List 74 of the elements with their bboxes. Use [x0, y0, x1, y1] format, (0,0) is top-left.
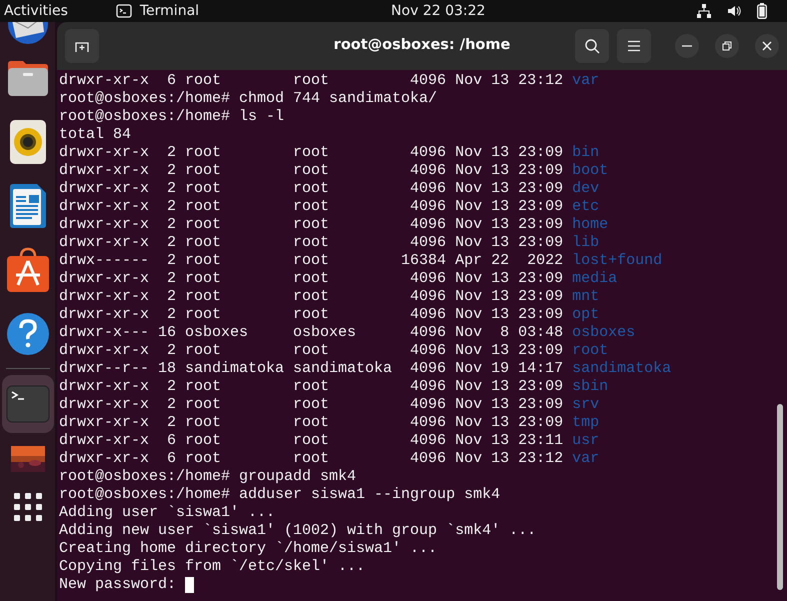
maximize-button[interactable] [715, 34, 739, 58]
terminal-icon [116, 4, 132, 18]
directory-name: tmp [572, 414, 600, 432]
terminal-line: root@osboxes:/home# ls -l [59, 108, 284, 126]
network-icon[interactable] [697, 4, 711, 18]
directory-name: dev [572, 180, 600, 198]
directory-name: etc [572, 198, 600, 216]
activities-button[interactable]: Activities [4, 0, 68, 22]
directory-name: var [572, 450, 600, 468]
listing-text: drwxr-xr-x 2 root root 4096 Nov 13 23:09 [59, 216, 564, 234]
directory-name: lib [572, 234, 600, 252]
directory-name: mnt [572, 288, 600, 306]
terminal-line: Creating home directory `/home/siswa1' ... [59, 540, 438, 558]
listing-text: drwxr-xr-x 2 root root 4096 Nov 13 23:09 [59, 270, 564, 288]
directory-name: lost+found [572, 252, 662, 270]
terminal-line: Adding new user `siswa1' (1002) with group `smk4' ... [59, 522, 536, 540]
terminal-line: root@osboxes:/home# adduser siswa1 --ingroup smk4 [59, 486, 500, 504]
minimize-button[interactable] [675, 34, 699, 58]
listing-text: drwxr-xr-x 6 root root 4096 Nov 13 23:11 [59, 432, 564, 450]
directory-name: var [572, 72, 600, 90]
listing-text: drwxr-xr-x 2 root root 4096 Nov 13 23:09 [59, 342, 564, 360]
directory-name: boot [572, 162, 608, 180]
shopping-bag-icon[interactable] [6, 247, 50, 293]
directory-name: usr [572, 432, 600, 450]
listing-text: drwxr--r-- 18 sandimatoka sandimatoka 4096 Nov 19 14:17 [59, 360, 564, 378]
directory-name: root [572, 342, 608, 360]
listing-text: drwxr-xr-x 2 root root 4096 Nov 13 23:09 [59, 180, 564, 198]
close-button[interactable] [755, 34, 779, 58]
directory-name: opt [572, 306, 600, 324]
listing-text: drwx------ 2 root root 16384 Apr 22 2022 [59, 252, 564, 270]
window-title: root@osboxes: /home [334, 36, 510, 56]
terminal-line: New password: [59, 576, 176, 594]
new-tab-button[interactable] [65, 29, 99, 63]
help-icon[interactable] [6, 312, 50, 356]
listing-text: drwxr-xr-x 2 root root 4096 Nov 13 23:09 [59, 198, 564, 216]
clock[interactable]: Nov 22 03:22 [391, 0, 486, 22]
listing-text: drwxr-x--- 16 osboxes osboxes 4096 Nov 8 03:48 [59, 324, 564, 342]
menu-icon [627, 40, 641, 52]
listing-text: drwxr-xr-x 2 root root 4096 Nov 13 23:09 [59, 306, 564, 324]
app-menu[interactable]: Terminal [140, 0, 200, 22]
listing-text: drwxr-xr-x 6 root root 4096 Nov 13 23:12 [59, 72, 564, 90]
restore-icon [722, 41, 732, 51]
listing-text: drwxr-xr-x 2 root root 4096 Nov 13 23:09 [59, 234, 564, 252]
listing-text: drwxr-xr-x 2 root root 4096 Nov 13 23:09 [59, 162, 564, 180]
directory-name: srv [572, 396, 600, 414]
battery-icon[interactable] [757, 3, 767, 19]
folder-icon[interactable] [6, 58, 50, 98]
listing-text: drwxr-xr-x 2 root root 4096 Nov 13 23:09 [59, 288, 564, 306]
menu-button[interactable] [617, 29, 651, 63]
app-grid-icon[interactable] [12, 492, 42, 522]
search-button[interactable] [575, 29, 609, 63]
directory-name: sbin [572, 378, 608, 396]
speaker-icon[interactable] [8, 119, 46, 165]
volume-icon[interactable] [727, 4, 741, 18]
listing-text: drwxr-xr-x 6 root root 4096 Nov 13 23:12 [59, 450, 564, 468]
minimize-icon [682, 45, 692, 47]
directory-name: home [572, 216, 608, 234]
terminal-line: Copying files from `/etc/skel' ... [59, 558, 366, 576]
close-icon [762, 41, 772, 51]
directory-name: bin [572, 144, 600, 162]
terminal-line: root@osboxes:/home# groupadd smk4 [59, 468, 356, 486]
document-icon[interactable] [8, 183, 46, 229]
listing-text: drwxr-xr-x 2 root root 4096 Nov 13 23:09 [59, 378, 564, 396]
terminal-line: total 84 [59, 126, 132, 144]
directory-name: media [572, 270, 618, 288]
terminal-line: Adding user `siswa1' ... [59, 504, 276, 522]
terminal-line: root@osboxes:/home# chmod 744 sandimatoka/ [59, 90, 438, 108]
scrollbar-thumb[interactable] [777, 404, 783, 590]
directory-name: osboxes [572, 324, 636, 342]
listing-text: drwxr-xr-x 2 root root 4096 Nov 13 23:09 [59, 144, 564, 162]
directory-name: sandimatoka [572, 360, 672, 378]
listing-text: drwxr-xr-x 2 root root 4096 Nov 13 23:09 [59, 396, 564, 414]
search-icon [584, 38, 600, 54]
listing-text: drwxr-xr-x 2 root root 4096 Nov 13 23:09 [59, 414, 564, 432]
